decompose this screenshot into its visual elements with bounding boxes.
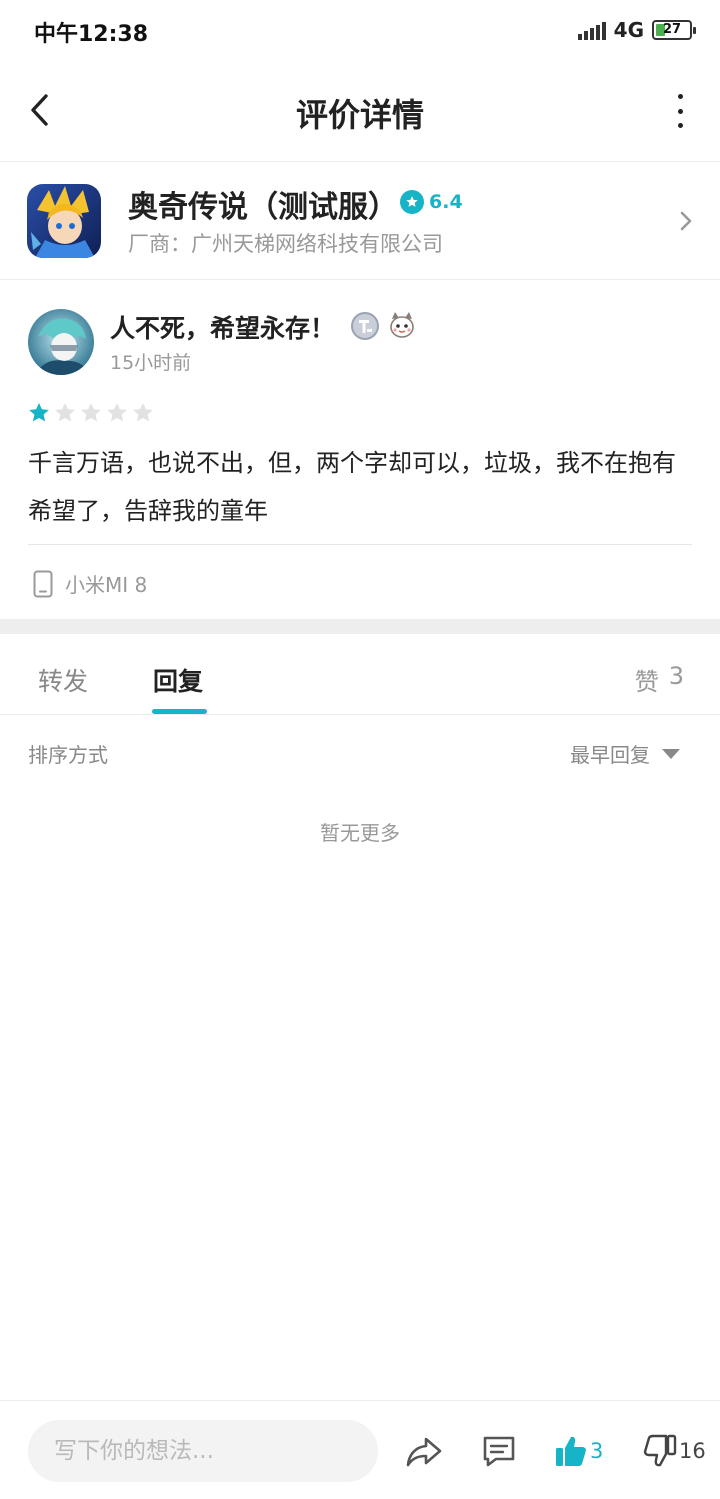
app-vendor: 厂商：广州天梯网络科技有限公司 bbox=[128, 232, 443, 256]
active-tab-indicator bbox=[152, 709, 207, 714]
battery-icon: 27 bbox=[652, 20, 696, 40]
more-dot-icon bbox=[677, 94, 683, 99]
divider bbox=[28, 544, 692, 545]
sort-dropdown[interactable]: 最早回复 bbox=[570, 739, 680, 768]
app-name[interactable]: 奥奇传说（测试服） bbox=[128, 182, 398, 226]
tabs: 转发 回复 赞 3 bbox=[0, 634, 720, 715]
status-indicators: 4G 27 bbox=[577, 17, 696, 43]
tab-forward[interactable]: 转发 bbox=[38, 662, 88, 698]
likes-label: 赞 bbox=[634, 668, 659, 696]
reviewer-name[interactable]: 人不死，希望永存！ bbox=[110, 309, 335, 345]
signal-icon bbox=[577, 20, 606, 40]
thumbs-up-icon bbox=[556, 1436, 586, 1466]
empty-hint: 暂无更多 bbox=[320, 821, 400, 845]
sort-value: 最早回复 bbox=[570, 743, 650, 767]
review-card: 人不死，希望永存！ 15小时前 千言万语，也说不出，但，两个字却可以，垃圾，我不… bbox=[0, 281, 720, 619]
section-separator bbox=[0, 619, 720, 634]
dislike-count: 16 bbox=[679, 1439, 706, 1463]
review-time: 15小时前 bbox=[110, 352, 192, 374]
chevron-right-icon[interactable] bbox=[676, 206, 696, 236]
comment-input[interactable] bbox=[28, 1420, 378, 1482]
battery-level: 27 bbox=[662, 22, 682, 37]
star-empty-icon bbox=[133, 403, 153, 422]
like-count: 3 bbox=[590, 1439, 604, 1463]
phone-icon bbox=[33, 570, 53, 597]
star-filled-icon bbox=[29, 403, 49, 422]
star-badge-icon bbox=[400, 190, 424, 214]
more-options-button[interactable] bbox=[670, 94, 690, 128]
sort-label: 排序方式 bbox=[28, 743, 108, 767]
avatar[interactable] bbox=[28, 309, 94, 375]
thumbs-down-icon bbox=[643, 1434, 677, 1467]
comment-button[interactable] bbox=[479, 1431, 519, 1471]
app-icon[interactable] bbox=[27, 184, 101, 258]
review-text: 千言万语，也说不出，但，两个字却可以，垃圾，我不在抱有希望了，告辞我的童年 bbox=[28, 449, 676, 525]
star-empty-icon bbox=[107, 403, 127, 422]
device-label: 小米MI 8 bbox=[65, 573, 148, 597]
like-button[interactable]: 3 bbox=[554, 1431, 614, 1471]
share-icon bbox=[406, 1437, 442, 1467]
rating-value: 6.4 bbox=[429, 191, 463, 213]
app-rating: 6.4 bbox=[400, 190, 463, 214]
dislike-button[interactable]: 16 bbox=[643, 1431, 713, 1471]
status-bar: 中午12:38 4G 27 bbox=[0, 0, 720, 60]
likes-count: 3 bbox=[668, 662, 684, 690]
page-title: 评价详情 bbox=[295, 96, 424, 134]
star-empty-icon bbox=[81, 403, 101, 422]
star-empty-icon bbox=[55, 403, 75, 422]
pet-badge-icon bbox=[386, 309, 418, 341]
device-info: 小米MI 8 bbox=[33, 569, 147, 598]
sort-row: 排序方式 最早回复 bbox=[0, 715, 720, 791]
network-type: 4G bbox=[613, 18, 644, 42]
nav-bar: 评价详情 bbox=[0, 60, 720, 162]
bottom-action-bar: 3 16 bbox=[0, 1400, 720, 1499]
caret-down-icon bbox=[662, 748, 680, 759]
level-badge-icon bbox=[350, 311, 380, 341]
star-rating bbox=[27, 401, 155, 425]
status-time: 中午12:38 bbox=[34, 22, 149, 47]
share-button[interactable] bbox=[404, 1431, 444, 1471]
tab-reply[interactable]: 回复 bbox=[153, 662, 203, 698]
comment-icon bbox=[483, 1436, 515, 1467]
app-card[interactable]: 奥奇传说（测试服） 6.4 厂商：广州天梯网络科技有限公司 bbox=[0, 162, 720, 280]
tab-likes[interactable]: 赞 3 bbox=[635, 662, 684, 697]
